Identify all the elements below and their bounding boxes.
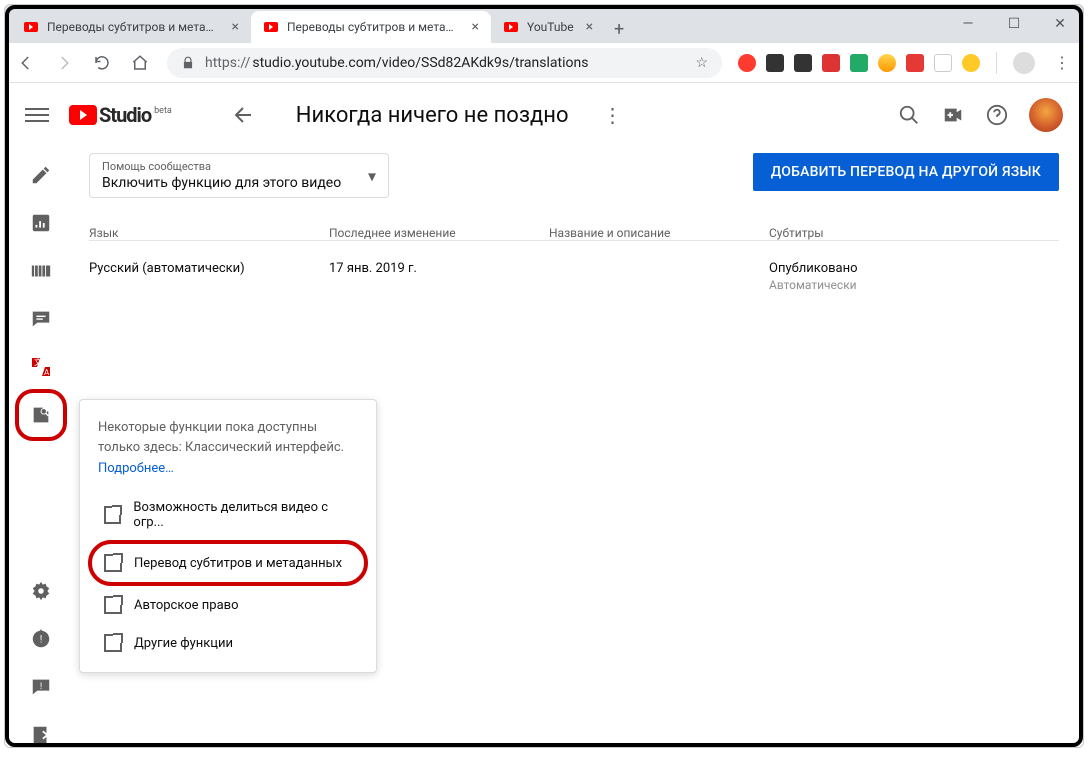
youtube-studio-logo[interactable]: Studio beta [69, 103, 172, 127]
channel-avatar[interactable] [1029, 98, 1063, 132]
search-icon[interactable] [897, 103, 921, 127]
close-icon[interactable]: × [586, 19, 593, 35]
external-link-icon [104, 596, 122, 614]
tab-title: Переводы субтитров и метадан [47, 20, 220, 34]
close-icon[interactable]: × [232, 19, 239, 35]
close-icon[interactable]: × [472, 19, 479, 35]
close-window-button[interactable]: ✕ [1037, 5, 1083, 43]
subtitle-status: Опубликовано [769, 261, 1059, 276]
external-link-icon [104, 554, 122, 572]
more-options-icon[interactable]: ⋮ [603, 103, 623, 127]
extension-icon[interactable] [962, 54, 980, 72]
new-tab-button[interactable]: + [605, 15, 633, 43]
edit-icon[interactable] [29, 163, 53, 187]
youtube-favicon [503, 19, 519, 35]
url-text: studio.youtube.com/video/SSd82AKdk9s/tra… [252, 55, 588, 71]
classic-item-label: Другие функции [134, 636, 233, 651]
classic-studio-icon[interactable] [29, 723, 53, 747]
tab-title: YouTube [527, 20, 574, 34]
community-help-dropdown[interactable]: Помощь сообщества Включить функцию для э… [89, 153, 389, 198]
extension-icon[interactable] [738, 54, 756, 72]
dropdown-label: Помощь сообщества [102, 160, 376, 173]
external-link-icon [104, 506, 121, 524]
address-bar[interactable]: https:// studio.youtube.com/video/SSd82A… [167, 48, 722, 78]
classic-item-translations[interactable]: Перевод субтитров и метаданных [92, 544, 364, 582]
translations-icon[interactable]: 文A [29, 355, 53, 379]
create-video-icon[interactable] [941, 103, 965, 127]
row-modified: 17 янв. 2019 г. [329, 261, 549, 276]
settings-icon[interactable] [29, 579, 53, 603]
browser-tab[interactable]: Переводы субтитров и метадан × [11, 11, 251, 43]
comments-icon[interactable] [29, 307, 53, 331]
classic-item-other[interactable]: Другие функции [98, 624, 358, 662]
feedback-icon[interactable]: ! [29, 675, 53, 699]
subtitle-secondary: Автоматически [769, 278, 1059, 292]
col-subtitles: Субтитры [769, 226, 1059, 240]
youtube-logo-icon [69, 105, 97, 125]
logo-text: Studio [99, 103, 151, 127]
svg-text:A: A [44, 368, 50, 377]
browser-tab[interactable]: YouTube × [491, 11, 605, 43]
classic-item-label: Перевод субтитров и метаданных [134, 556, 342, 571]
url-protocol: https:// [205, 55, 250, 71]
classic-menu-description: Некоторые функции пока доступны только з… [98, 418, 358, 457]
help-icon[interactable] [985, 103, 1009, 127]
whats-new-icon[interactable]: ! [29, 627, 53, 651]
back-icon[interactable] [15, 52, 37, 74]
row-subtitles: Опубликовано Автоматически [769, 261, 1059, 292]
extension-icons [738, 54, 980, 72]
table-header: Язык Последнее изменение Название и опис… [89, 226, 1059, 240]
reload-icon[interactable] [91, 52, 113, 74]
back-arrow-icon[interactable] [232, 103, 256, 127]
col-modified: Последнее изменение [329, 226, 549, 240]
forward-icon[interactable] [53, 52, 75, 74]
classic-item-label: Возможность делиться видео с огр... [133, 500, 352, 530]
menu-icon[interactable] [25, 103, 49, 127]
classic-features-menu: Некоторые функции пока доступны только з… [79, 399, 377, 673]
extension-icon[interactable] [934, 54, 952, 72]
logo-beta: beta [154, 106, 172, 116]
maximize-button[interactable]: ☐ [991, 5, 1037, 43]
dropdown-value: Включить функцию для этого видео [102, 175, 376, 191]
lock-icon [181, 56, 195, 70]
main-content: Помощь сообщества Включить функцию для э… [77, 147, 1083, 747]
bookmark-star-icon[interactable]: ☆ [695, 55, 708, 71]
extension-icon[interactable] [906, 54, 924, 72]
add-translation-button[interactable]: ДОБАВИТЬ ПЕРЕВОД НА ДРУГОЙ ЯЗЫК [753, 153, 1059, 191]
col-language: Язык [89, 226, 329, 240]
svg-text:!: ! [40, 635, 43, 646]
sidebar: 文A ! ! [5, 147, 77, 747]
col-name-desc: Название и описание [549, 226, 769, 240]
browser-tab[interactable]: Переводы субтитров и метадан × [251, 11, 491, 43]
analytics-icon[interactable] [29, 211, 53, 235]
youtube-favicon [23, 19, 39, 35]
studio-header: Studio beta Никогда ничего не поздно ⋮ [5, 83, 1083, 147]
page-title: Никогда ничего не поздно [296, 103, 569, 128]
extension-icon[interactable] [822, 54, 840, 72]
url-bar: https:// studio.youtube.com/video/SSd82A… [5, 43, 1083, 83]
classic-item-copyright[interactable]: Авторское право [98, 586, 358, 624]
chevron-down-icon: ▾ [368, 166, 376, 185]
home-icon[interactable] [129, 52, 151, 74]
youtube-favicon [263, 19, 279, 35]
svg-text:文: 文 [34, 357, 42, 367]
table-row[interactable]: Русский (автоматически) 17 янв. 2019 г. … [89, 240, 1059, 312]
extension-icon[interactable] [766, 54, 784, 72]
extension-icon[interactable] [794, 54, 812, 72]
learn-more-link[interactable]: Подробнее… [98, 461, 174, 476]
other-features-icon[interactable] [29, 403, 53, 427]
svg-text:!: ! [40, 682, 42, 692]
row-language: Русский (автоматически) [89, 261, 329, 276]
extension-icon[interactable] [878, 54, 896, 72]
classic-item-share[interactable]: Возможность делиться видео с огр... [98, 490, 358, 540]
external-link-icon [104, 634, 122, 652]
window-titlebar: Переводы субтитров и метадан × Переводы … [5, 5, 1083, 43]
classic-item-label: Авторское право [134, 598, 239, 613]
profile-avatar-icon[interactable] [1013, 52, 1035, 74]
browser-menu-icon[interactable]: ⋮ [1051, 52, 1073, 74]
extension-icon[interactable] [850, 54, 868, 72]
editor-icon[interactable] [29, 259, 53, 283]
minimize-button[interactable]: ― [945, 5, 991, 43]
tab-title: Переводы субтитров и метадан [287, 20, 460, 34]
